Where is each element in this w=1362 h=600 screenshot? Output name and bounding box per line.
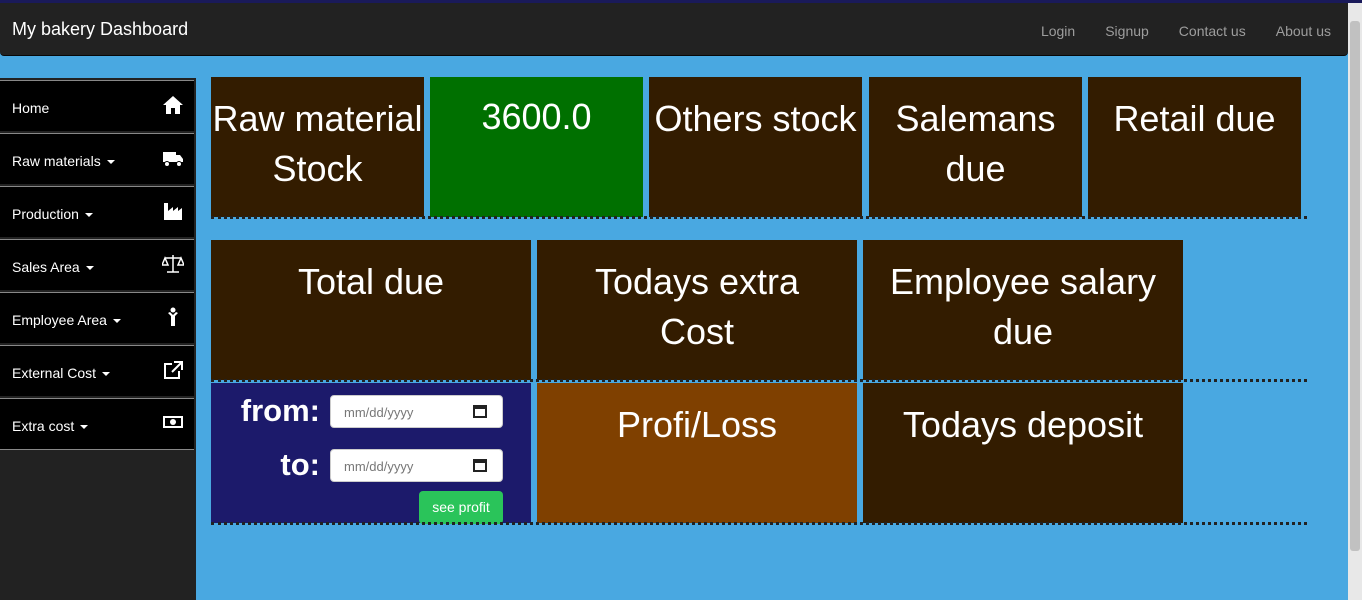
stock-value-tile[interactable]: 3600.0	[430, 77, 643, 217]
tile-label: Raw material Stock	[212, 98, 423, 189]
todays-deposit-tile[interactable]: Todays deposit	[863, 383, 1183, 523]
caret-down-icon	[84, 213, 93, 218]
sidebar-item-label: Home	[12, 100, 50, 116]
sidebar-divider	[0, 449, 194, 450]
navbar: My bakery Dashboard Login Signup Contact…	[0, 3, 1348, 56]
scrollbar-thumb[interactable]	[1350, 21, 1360, 551]
caret-down-icon	[112, 319, 121, 324]
calendar-icon[interactable]	[473, 404, 487, 418]
page-scrollbar[interactable]	[1348, 3, 1362, 600]
see-profit-button[interactable]: see profit	[419, 491, 503, 524]
sidebar-item-production[interactable]: Production	[0, 186, 194, 237]
caret-down-icon	[102, 372, 111, 377]
from-label: from:	[240, 393, 320, 428]
sidebar: Home Raw materials Production Sales Area…	[0, 78, 196, 600]
sidebar-item-home[interactable]: Home	[0, 80, 194, 131]
external-link-icon	[164, 361, 183, 379]
from-date-input[interactable]: mm/dd/yyyy	[330, 394, 503, 428]
sidebar-item-label: External Cost	[12, 365, 97, 381]
tile-label: Profi/Loss	[616, 404, 778, 445]
retail-due-tile[interactable]: Retail due	[1088, 77, 1301, 217]
tile-label: Total due	[297, 261, 445, 302]
sidebar-item-sales-area[interactable]: Sales Area	[0, 239, 194, 290]
salemans-due-tile[interactable]: Salemans due	[869, 77, 1082, 217]
truck-icon	[163, 152, 183, 167]
nav-links: Login Signup Contact us About us	[1011, 23, 1331, 39]
todays-extra-cost-tile[interactable]: Todays extra Cost	[537, 240, 857, 380]
row-divider	[211, 379, 1307, 382]
date-placeholder: mm/dd/yyyy	[344, 458, 414, 474]
sidebar-item-raw-materials[interactable]: Raw materials	[0, 133, 194, 184]
profit-loss-tile[interactable]: Profi/Loss	[537, 383, 857, 523]
tile-label: Todays extra Cost	[594, 261, 800, 352]
row-divider	[211, 216, 1307, 219]
nav-login-link[interactable]: Login	[1041, 23, 1075, 39]
tile-label: Retail due	[1113, 98, 1276, 139]
sidebar-item-employee-area[interactable]: Employee Area	[0, 292, 194, 343]
caret-down-icon	[80, 425, 89, 430]
tile-label: Salemans due	[895, 98, 1056, 189]
others-stock-tile[interactable]: Others stock	[649, 77, 862, 217]
scale-icon	[162, 255, 184, 273]
nav-contact-link[interactable]: Contact us	[1179, 23, 1246, 39]
nav-signup-link[interactable]: Signup	[1105, 23, 1149, 39]
employee-salary-due-tile[interactable]: Employee salary due	[863, 240, 1183, 380]
home-icon	[163, 96, 183, 114]
sidebar-item-label: Employee Area	[12, 312, 107, 328]
caret-down-icon	[106, 160, 115, 165]
brand-title[interactable]: My bakery Dashboard	[12, 19, 188, 40]
person-icon	[168, 307, 178, 326]
tile-label: Todays deposit	[902, 404, 1144, 445]
sidebar-item-label: Extra cost	[12, 418, 75, 434]
sidebar-item-label: Sales Area	[12, 259, 80, 275]
to-date-input[interactable]: mm/dd/yyyy	[330, 448, 503, 482]
tile-value: 3600.0	[481, 96, 592, 137]
raw-material-stock-tile[interactable]: Raw material Stock	[211, 77, 424, 217]
tile-label: Others stock	[654, 98, 857, 139]
calendar-icon[interactable]	[473, 458, 487, 472]
total-due-tile[interactable]: Total due	[211, 240, 531, 380]
sidebar-item-external-cost[interactable]: External Cost	[0, 345, 194, 396]
sidebar-item-label: Raw materials	[12, 153, 101, 169]
money-icon	[163, 416, 183, 428]
sidebar-item-label: Production	[12, 206, 79, 222]
caret-down-icon	[85, 266, 94, 271]
date-placeholder: mm/dd/yyyy	[344, 404, 414, 420]
to-label: to:	[280, 447, 320, 482]
factory-icon	[164, 203, 182, 220]
profit-date-form: from: mm/dd/yyyy to: mm/dd/yyyy see prof…	[211, 383, 531, 524]
row-divider	[211, 522, 1307, 525]
sidebar-item-extra-cost[interactable]: Extra cost	[0, 398, 194, 449]
nav-about-link[interactable]: About us	[1276, 23, 1331, 39]
tile-label: Employee salary due	[889, 261, 1157, 352]
